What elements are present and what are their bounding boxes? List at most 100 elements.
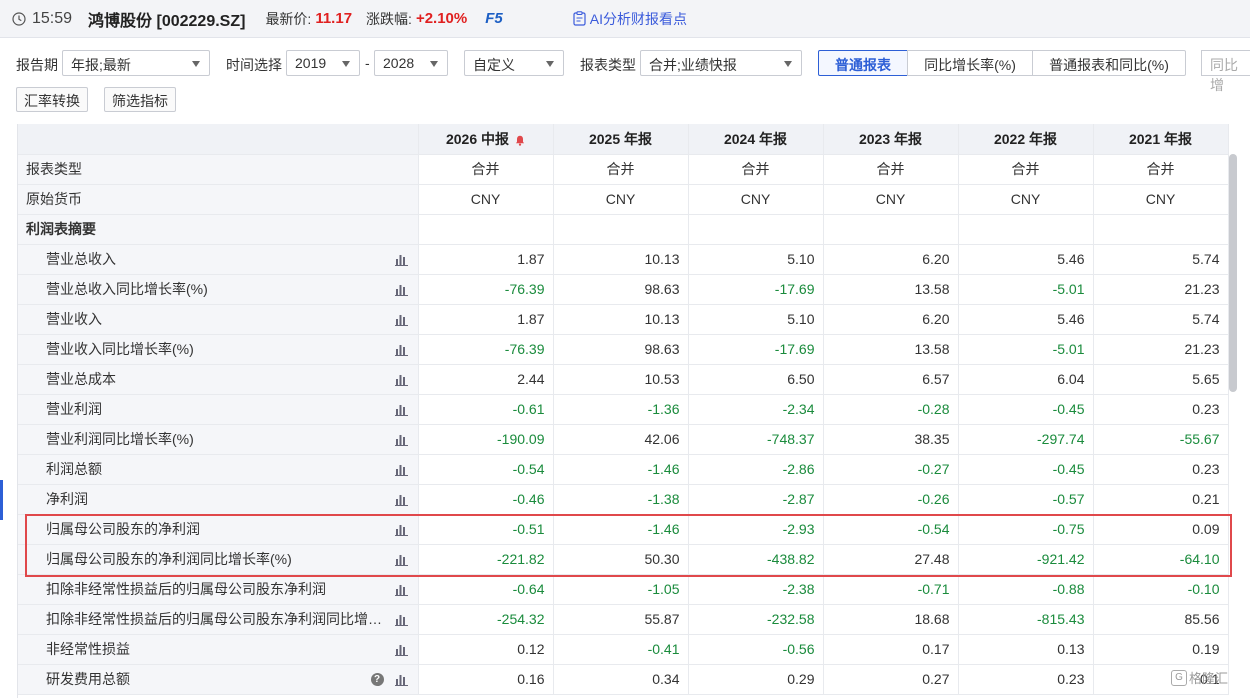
- table-cell: 6.50: [688, 364, 824, 395]
- chevron-down-icon: [546, 61, 554, 67]
- table-cell: CNY: [823, 184, 959, 215]
- column-header[interactable]: 2023 年报: [823, 124, 959, 155]
- chart-icon[interactable]: [394, 643, 408, 659]
- custom-select[interactable]: 自定义: [464, 50, 564, 76]
- help-icon[interactable]: ?: [370, 672, 384, 686]
- column-header[interactable]: 2025 年报: [553, 124, 689, 155]
- table-cell: 0.21: [1093, 484, 1229, 515]
- table-row[interactable]: 营业收入 1.87 10.13 5.10 6.20 5.46 5.74: [18, 304, 1229, 335]
- table-row[interactable]: 非经常性损益 0.12 -0.41 -0.56 0.17 0.13 0.19: [18, 634, 1229, 665]
- table-row[interactable]: 营业总收入 1.87 10.13 5.10 6.20 5.46 5.74: [18, 244, 1229, 275]
- column-header[interactable]: 2024 年报: [688, 124, 824, 155]
- row-label: 营业利润: [18, 394, 419, 425]
- table-row[interactable]: 营业利润同比增长率(%) -190.09 42.06 -748.37 38.35 -297…: [18, 424, 1229, 455]
- filter-indicators-button[interactable]: 筛选指标: [104, 87, 176, 112]
- row-label: 扣除非经常性损益后的归属母公司股东净利润: [18, 574, 419, 605]
- year-to-select[interactable]: 2028: [374, 50, 448, 76]
- table-cell: 0.27: [823, 664, 959, 695]
- ai-analysis-link[interactable]: AI分析财报看点: [573, 9, 687, 29]
- report-type-select[interactable]: 合并;业绩快报: [640, 50, 802, 76]
- table-row[interactable]: 扣除非经常性损益后的归属母公司股东净利润同比增… -254.32 55.87 -232…: [18, 604, 1229, 635]
- chart-icon[interactable]: [394, 343, 408, 359]
- price-value: 11.17: [315, 10, 353, 27]
- column-header[interactable]: 2022 年报: [958, 124, 1094, 155]
- table-cell: -1.46: [553, 454, 689, 485]
- row-label: 原始货币: [18, 184, 419, 215]
- table-row[interactable]: 营业总收入同比增长率(%) -76.39 98.63 -17.69 13.58 -5.01…: [18, 274, 1229, 305]
- table-row[interactable]: 研发费用总额? 0.16 0.34 0.29 0.27 0.23 0.1: [18, 664, 1229, 695]
- tab-yoy-cut[interactable]: 同比增: [1201, 50, 1250, 93]
- chart-icon[interactable]: [394, 313, 408, 329]
- table-cell: 6.57: [823, 364, 959, 395]
- table-cell: [553, 214, 689, 245]
- chart-icon[interactable]: [394, 493, 408, 509]
- table-row[interactable]: 营业利润 -0.61 -1.36 -2.34 -0.28 -0.45 0.23: [18, 394, 1229, 425]
- table-row[interactable]: 报表类型 合并 合并 合并 合并 合并 合并: [18, 154, 1229, 185]
- row-label-text: 营业利润: [46, 401, 102, 417]
- table-cell: 6.04: [958, 364, 1094, 395]
- vertical-scrollbar[interactable]: [1229, 154, 1237, 392]
- table-cell: -0.41: [553, 634, 689, 665]
- clipboard-icon: [573, 11, 586, 26]
- chevron-down-icon: [430, 61, 438, 67]
- row-label-text: 营业收入: [46, 311, 102, 327]
- change-value: +2.10%: [415, 10, 468, 27]
- row-label: 营业总成本: [18, 364, 419, 395]
- table-cell: 0.13: [958, 634, 1094, 665]
- table-cell: CNY: [553, 184, 689, 215]
- table-row[interactable]: 利润总额 -0.54 -1.46 -2.86 -0.27 -0.45 0.23: [18, 454, 1229, 485]
- column-header[interactable]: 2021 年报: [1093, 124, 1229, 155]
- chart-icon[interactable]: [394, 673, 408, 689]
- chart-icon[interactable]: [394, 613, 408, 629]
- table-cell: CNY: [688, 184, 824, 215]
- fx-convert-button[interactable]: 汇率转换: [16, 87, 88, 112]
- range-dash: -: [365, 55, 370, 71]
- table-row[interactable]: 利润表摘要: [18, 214, 1229, 245]
- chart-icon[interactable]: [394, 583, 408, 599]
- chart-icon[interactable]: [394, 373, 408, 389]
- income-statement-table: 2026 中报 2025 年报 2024 年报 2023 年报 2022 年报 …: [17, 124, 1239, 698]
- table-cell: -5.01: [958, 334, 1094, 365]
- row-label: 营业总收入同比增长率(%): [18, 274, 419, 305]
- year-from-select[interactable]: 2019: [286, 50, 360, 76]
- tab-normal-and-yoy[interactable]: 普通报表和同比(%): [1032, 50, 1186, 76]
- refresh-hotkey[interactable]: F5: [485, 10, 503, 27]
- table-cell: 合并: [688, 154, 824, 185]
- change-label: 涨跌幅:: [366, 10, 412, 27]
- year-to-value: 2028: [383, 55, 415, 71]
- table-row[interactable]: 扣除非经常性损益后的归属母公司股东净利润 -0.64 -1.05 -2.38 -0.71…: [18, 574, 1229, 605]
- table-cell: 0.19: [1093, 634, 1229, 665]
- table-row[interactable]: 营业总成本 2.44 10.53 6.50 6.57 6.04 5.65: [18, 364, 1229, 395]
- report-type-label: 报表类型: [580, 57, 636, 73]
- table-cell: CNY: [418, 184, 554, 215]
- period-select[interactable]: 年报;最新: [62, 50, 210, 76]
- watermark-text: 格隆汇: [1189, 671, 1229, 686]
- table-cell: -0.26: [823, 484, 959, 515]
- table-cell: 0.17: [823, 634, 959, 665]
- chart-icon[interactable]: [394, 433, 408, 449]
- chart-icon[interactable]: [394, 403, 408, 419]
- tab-normal-report[interactable]: 普通报表: [818, 50, 908, 76]
- table-cell: -0.10: [1093, 574, 1229, 605]
- watermark: G 格隆汇: [1171, 668, 1228, 687]
- row-label: 扣除非经常性损益后的归属母公司股东净利润同比增…: [18, 604, 419, 635]
- stock-name[interactable]: 鸿博股份 [002229.SZ]: [88, 7, 245, 31]
- table-row[interactable]: 营业收入同比增长率(%) -76.39 98.63 -17.69 13.58 -5.01 2…: [18, 334, 1229, 365]
- row-label-text: 利润总额: [46, 461, 102, 477]
- table-row[interactable]: 原始货币 CNY CNY CNY CNY CNY CNY: [18, 184, 1229, 215]
- table-cell: -0.64: [418, 574, 554, 605]
- chart-icon[interactable]: [394, 463, 408, 479]
- tab-yoy-growth[interactable]: 同比增长率(%): [907, 50, 1033, 76]
- column-header[interactable]: 2026 中报: [418, 124, 554, 155]
- table-cell: -0.45: [958, 394, 1094, 425]
- table-cell: -748.37: [688, 424, 824, 455]
- chart-icon[interactable]: [394, 283, 408, 299]
- table-cell: 5.46: [958, 304, 1094, 335]
- table-cell: -254.32: [418, 604, 554, 635]
- row-label: 营业收入同比增长率(%): [18, 334, 419, 365]
- table-row[interactable]: 净利润 -0.46 -1.38 -2.87 -0.26 -0.57 0.21: [18, 484, 1229, 515]
- table-cell: 98.63: [553, 274, 689, 305]
- chart-icon[interactable]: [394, 253, 408, 269]
- table-cell: -17.69: [688, 334, 824, 365]
- table-cell: -17.69: [688, 274, 824, 305]
